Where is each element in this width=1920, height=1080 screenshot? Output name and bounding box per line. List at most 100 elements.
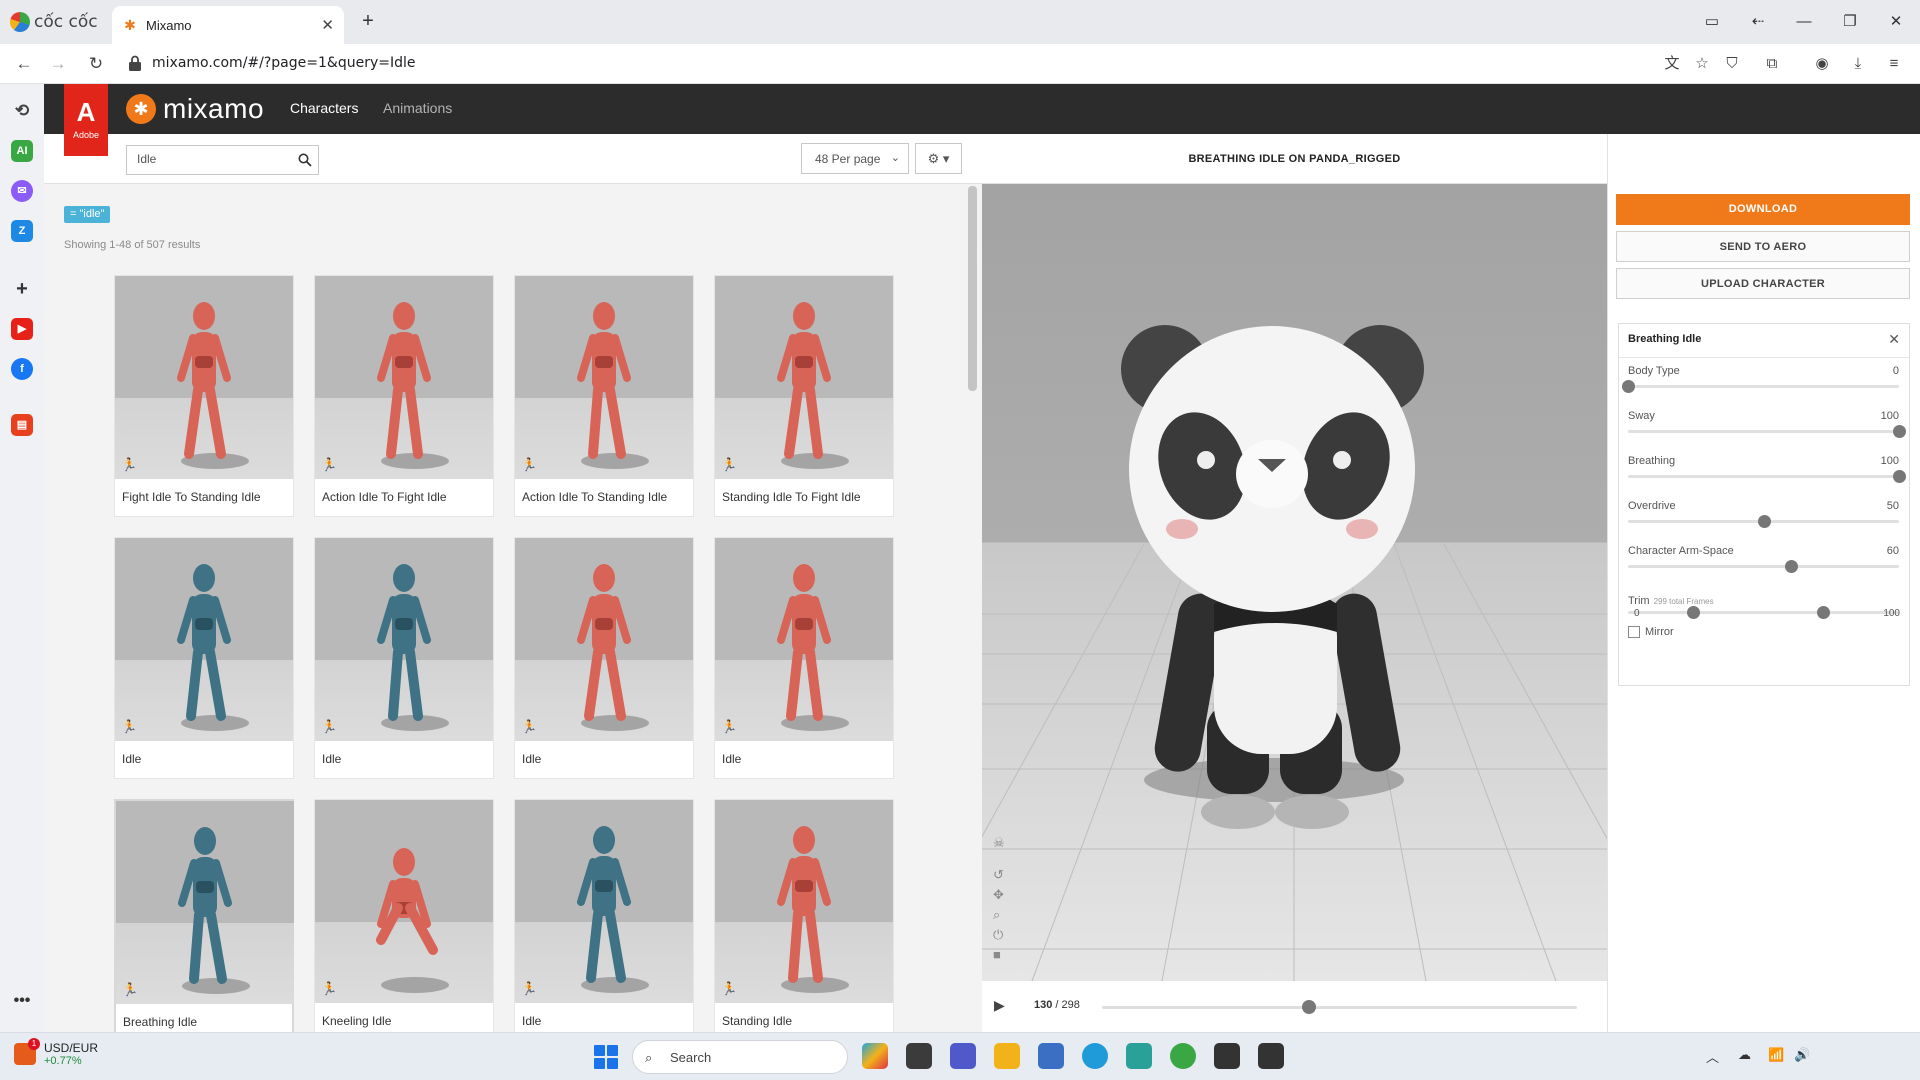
slider-track[interactable] — [1628, 470, 1906, 483]
send-to-aero-button[interactable]: SEND TO AERO — [1616, 231, 1910, 262]
slider-handle[interactable] — [1784, 560, 1798, 573]
wifi-icon[interactable]: 📶 — [1768, 1047, 1784, 1063]
animation-card[interactable]: 🏃 Standing Idle To Fight Idle — [714, 275, 894, 517]
browser-logo[interactable]: cốc cốc — [10, 10, 98, 34]
scroll-thumb[interactable] — [968, 186, 977, 391]
forward-arrow-icon[interactable]: → — [46, 52, 70, 76]
param-slider[interactable]: Character Arm-Space 60 — [1628, 545, 1899, 579]
slider-handle[interactable] — [1757, 515, 1771, 528]
file-explorer-icon[interactable] — [994, 1043, 1020, 1069]
shield-icon[interactable]: ⛉ — [1720, 52, 1744, 76]
reload-icon[interactable]: ↻ — [84, 52, 108, 76]
app-m-icon[interactable] — [1126, 1043, 1152, 1069]
close-window-button[interactable]: ✕ — [1884, 10, 1908, 34]
animation-card[interactable]: 🏃 Action Idle To Fight Idle — [314, 275, 494, 517]
onedrive-icon[interactable]: ☁ — [1738, 1047, 1751, 1063]
search-input[interactable] — [137, 152, 287, 166]
pan-icon[interactable]: ✥ — [993, 887, 1004, 903]
browser-tab[interactable]: ✱ Mixamo ✕ — [112, 6, 344, 44]
trim-slider[interactable]: Trim 299 total Frames — [1628, 595, 1899, 619]
animation-card[interactable]: 🏃 Idle — [314, 537, 494, 779]
screen-capture-icon[interactable]: ▭ — [1700, 10, 1724, 34]
start-button[interactable] — [594, 1045, 618, 1069]
unity-hub-icon[interactable] — [1258, 1043, 1284, 1069]
url-field[interactable]: mixamo.com/#/?page=1&query=Idle — [152, 55, 415, 71]
slider-handle[interactable] — [1622, 380, 1635, 393]
animation-card[interactable]: 🏃 Idle — [514, 799, 694, 1032]
animation-card[interactable]: 🏃 Breathing Idle — [114, 799, 294, 1032]
edge-icon[interactable] — [1082, 1043, 1108, 1069]
minimize-button[interactable]: — — [1792, 10, 1816, 34]
camera-icon[interactable]: ■ — [993, 947, 1001, 962]
animation-card[interactable]: 🏃 Fight Idle To Standing Idle — [114, 275, 294, 517]
bookmark-star-icon[interactable]: ☆ — [1690, 52, 1714, 76]
rotate-icon[interactable]: ↺ — [993, 867, 1004, 883]
maximize-button[interactable]: ❐ — [1838, 10, 1862, 34]
power-icon[interactable]: ⏻ — [993, 927, 1003, 943]
animation-card[interactable]: 🏃 Idle — [114, 537, 294, 779]
history-icon[interactable]: ⟲ — [11, 100, 33, 122]
param-slider[interactable]: Breathing 100 — [1628, 455, 1906, 489]
slider-handle[interactable] — [1893, 470, 1906, 483]
profile-icon[interactable]: ◉ — [1810, 52, 1834, 76]
shopping-icon[interactable]: ▤ — [11, 414, 33, 436]
more-icon[interactable]: ••• — [11, 990, 33, 1012]
facebook-icon[interactable]: f — [11, 358, 33, 380]
new-tab-button[interactable]: + — [356, 10, 380, 34]
animation-card[interactable]: 🏃 Idle — [514, 537, 694, 779]
play-icon[interactable]: ▶ — [994, 997, 1005, 1014]
volume-icon[interactable]: 🔊 — [1794, 1047, 1810, 1063]
animation-card[interactable]: 🏃 Kneeling Idle — [314, 799, 494, 1032]
tray-chevron-icon[interactable]: ︿ — [1706, 1047, 1719, 1066]
slider-track[interactable] — [1622, 380, 1899, 393]
download-icon[interactable]: ⤓ — [1846, 52, 1870, 76]
youtube-icon[interactable]: ▶ — [11, 318, 33, 340]
messenger-icon[interactable]: ✉ — [11, 180, 33, 202]
translate-icon[interactable]: 文 — [1660, 52, 1684, 76]
back-arrow-icon[interactable]: ← — [12, 52, 36, 76]
per-page-select[interactable]: 48 Per page ⌄ — [801, 143, 909, 174]
stock-ticker-widget[interactable]: 1 USD/EUR +0.77% — [14, 1038, 98, 1067]
adobe-badge[interactable]: A Adobe — [64, 84, 108, 156]
slider-track[interactable] — [1628, 425, 1906, 438]
copilot-icon[interactable] — [862, 1043, 888, 1069]
ai-assistant-icon[interactable]: AI — [11, 140, 33, 162]
settings-dropdown-button[interactable]: ⚙ ▾ — [915, 143, 962, 174]
teams-icon[interactable] — [950, 1043, 976, 1069]
slider-handle[interactable] — [1893, 425, 1906, 438]
slider-track[interactable] — [1628, 515, 1899, 528]
close-icon[interactable]: ✕ — [1888, 331, 1900, 348]
trim-start-handle[interactable] — [1687, 606, 1701, 619]
slider-track[interactable] — [1628, 560, 1899, 573]
taskbar-search[interactable]: ⌕ Search — [632, 1040, 848, 1074]
zoom-icon[interactable]: ⌕ — [993, 907, 1000, 923]
skeleton-icon[interactable]: ☠ — [993, 835, 1005, 851]
upload-character-button[interactable]: UPLOAD CHARACTER — [1616, 268, 1910, 299]
task-view-icon[interactable] — [906, 1043, 932, 1069]
animation-card[interactable]: 🏃 Idle — [714, 537, 894, 779]
tab-close-icon[interactable]: ✕ — [321, 16, 334, 34]
extensions-icon[interactable]: ⧉ — [1760, 52, 1784, 76]
zalo-icon[interactable]: Z — [11, 220, 33, 242]
param-slider[interactable]: Body Type 0 — [1622, 365, 1899, 399]
mirror-checkbox[interactable]: Mirror — [1628, 626, 1674, 638]
animation-card[interactable]: 🏃 Action Idle To Standing Idle — [514, 275, 694, 517]
results-scrollbar[interactable] — [968, 186, 977, 1032]
coccoc-taskbar-icon[interactable] — [1170, 1043, 1196, 1069]
param-slider[interactable]: Sway 100 — [1628, 410, 1906, 444]
store-icon[interactable] — [1038, 1043, 1064, 1069]
nav-characters[interactable]: Characters — [290, 100, 358, 116]
filter-tag[interactable]: = "idle" — [64, 206, 111, 223]
checkbox-icon[interactable] — [1628, 626, 1640, 638]
3d-viewport[interactable]: ☠ ↺ ✥ ⌕ ⏻ ■ — [982, 184, 1607, 981]
search-icon[interactable] — [298, 153, 312, 167]
timeline-scrubber[interactable] — [1302, 1000, 1317, 1014]
param-slider[interactable]: Overdrive 50 — [1628, 500, 1899, 534]
mixamo-logo[interactable]: ✱ mixamo — [126, 93, 264, 125]
download-button[interactable]: DOWNLOAD — [1616, 194, 1910, 225]
search-box[interactable] — [126, 145, 319, 175]
timeline-track[interactable] — [1102, 1000, 1577, 1014]
trim-end-handle[interactable] — [1817, 606, 1831, 619]
back-history-icon[interactable]: ⇠ — [1746, 10, 1770, 34]
nav-animations[interactable]: Animations — [383, 100, 452, 116]
